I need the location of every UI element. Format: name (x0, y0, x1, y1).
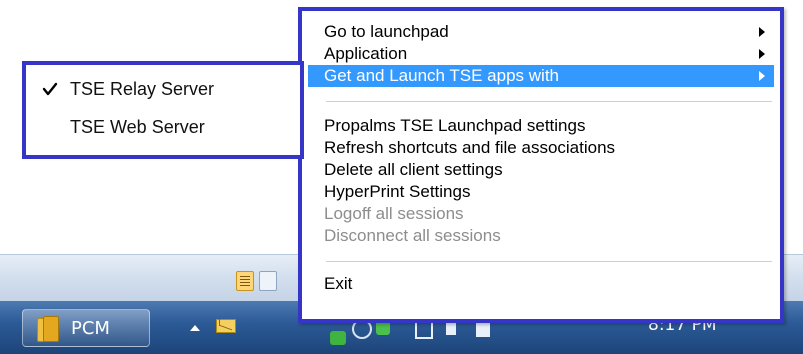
submenu-launch-with: TSE Relay Server TSE Web Server (22, 61, 304, 159)
action-center-icon[interactable] (476, 323, 490, 337)
menu-item-delete-client-settings[interactable]: Delete all client settings (324, 159, 774, 181)
show-hidden-icons-icon[interactable] (190, 325, 200, 331)
menu-item-label: Refresh shortcuts and file associations (324, 138, 616, 157)
folder-icon (37, 316, 59, 342)
toolbar-list-icon[interactable] (236, 271, 254, 291)
submenu-arrow-icon (759, 27, 765, 37)
menu-item-refresh-shortcuts[interactable]: Refresh shortcuts and file associations (324, 137, 774, 159)
menu-item-label: Application (324, 44, 408, 63)
submenu-item-tse-relay-server[interactable]: TSE Relay Server (70, 76, 214, 102)
menu-separator (326, 101, 772, 102)
menu-item-label: Get and Launch TSE apps with (324, 66, 560, 85)
menu-item-application[interactable]: Application (324, 43, 774, 65)
menu-item-disconnect-all-sessions: Disconnect all sessions (324, 225, 774, 247)
checkmark-icon (42, 82, 58, 96)
taskbar-button-label: PCM (71, 318, 110, 339)
taskbar-button-pcm[interactable]: PCM (22, 309, 150, 347)
context-menu: Go to launchpad Application Get and Laun… (298, 7, 784, 323)
green-app-icon[interactable] (330, 331, 346, 345)
menu-item-label: Delete all client settings (324, 160, 503, 179)
menu-item-label: Propalms TSE Launchpad settings (324, 116, 586, 135)
menu-item-launchpad-settings[interactable]: Propalms TSE Launchpad settings (324, 115, 774, 137)
toolbar-window-icon[interactable] (259, 271, 277, 291)
network-icon[interactable] (415, 321, 433, 339)
submenu-item-tse-web-server[interactable]: TSE Web Server (70, 114, 205, 140)
menu-item-get-and-launch[interactable]: Get and Launch TSE apps with (308, 65, 774, 87)
submenu-item-label: TSE Web Server (70, 117, 205, 137)
mail-icon[interactable] (216, 319, 236, 333)
menu-item-label: Disconnect all sessions (324, 226, 501, 245)
volume-icon[interactable] (446, 323, 456, 335)
menu-item-label: Go to launchpad (324, 22, 449, 41)
menu-item-label: Logoff all sessions (324, 204, 464, 223)
menu-item-go-to-launchpad[interactable]: Go to launchpad (324, 21, 774, 43)
menu-item-label: HyperPrint Settings (324, 182, 471, 201)
submenu-arrow-icon (759, 71, 765, 81)
submenu-arrow-icon (759, 49, 765, 59)
menu-item-exit[interactable]: Exit (324, 273, 774, 295)
submenu-item-label: TSE Relay Server (70, 79, 215, 99)
menu-separator (326, 261, 772, 262)
menu-item-label: Exit (324, 274, 353, 293)
menu-item-hyperprint-settings[interactable]: HyperPrint Settings (324, 181, 774, 203)
check-icon[interactable] (376, 321, 390, 335)
menu-item-logoff-all-sessions: Logoff all sessions (324, 203, 774, 225)
